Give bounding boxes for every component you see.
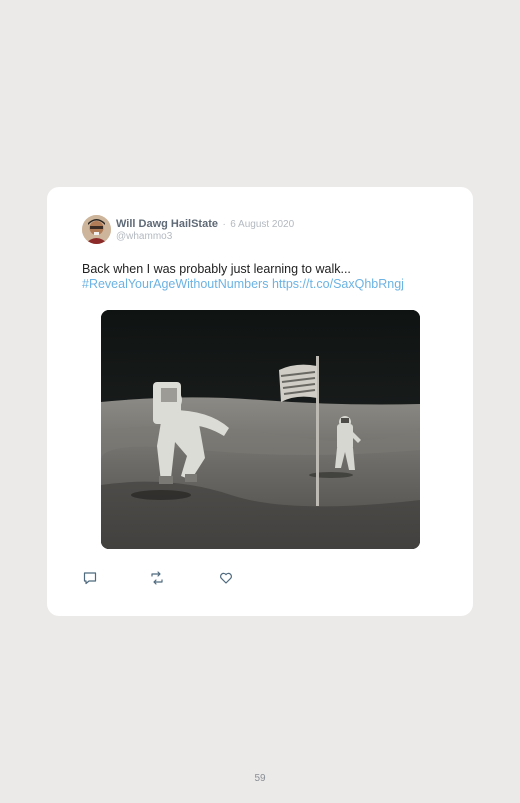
like-button[interactable] — [218, 570, 234, 586]
avatar[interactable] — [82, 215, 111, 244]
author-row: Will Dawg HailState · 6 August 2020 — [116, 216, 294, 232]
tweet-text: Back when I was probably just learning t… — [82, 262, 452, 292]
tweet-card: Will Dawg HailState · 6 August 2020 @wha… — [47, 187, 473, 616]
url-link[interactable]: https://t.co/SaxQhbRngj — [272, 277, 404, 291]
separator-dot: · — [222, 219, 226, 230]
retweet-icon — [151, 571, 163, 585]
avatar-image — [82, 215, 111, 244]
tweet-media-image[interactable] — [101, 310, 420, 549]
heart-icon — [220, 572, 232, 584]
retweet-button[interactable] — [149, 570, 165, 586]
page-number: 59 — [254, 773, 266, 784]
tweet-body: Back when I was probably just learning t… — [82, 262, 351, 276]
reply-button[interactable] — [82, 570, 98, 586]
reply-icon — [83, 572, 97, 585]
hashtag-link[interactable]: #RevealYourAgeWithoutNumbers — [82, 277, 268, 291]
moon-landing-photo — [101, 310, 420, 549]
author-name[interactable]: Will Dawg HailState — [116, 218, 218, 230]
tweet-date[interactable]: 6 August 2020 — [230, 219, 294, 230]
author-handle[interactable]: @whammo3 — [116, 231, 172, 243]
